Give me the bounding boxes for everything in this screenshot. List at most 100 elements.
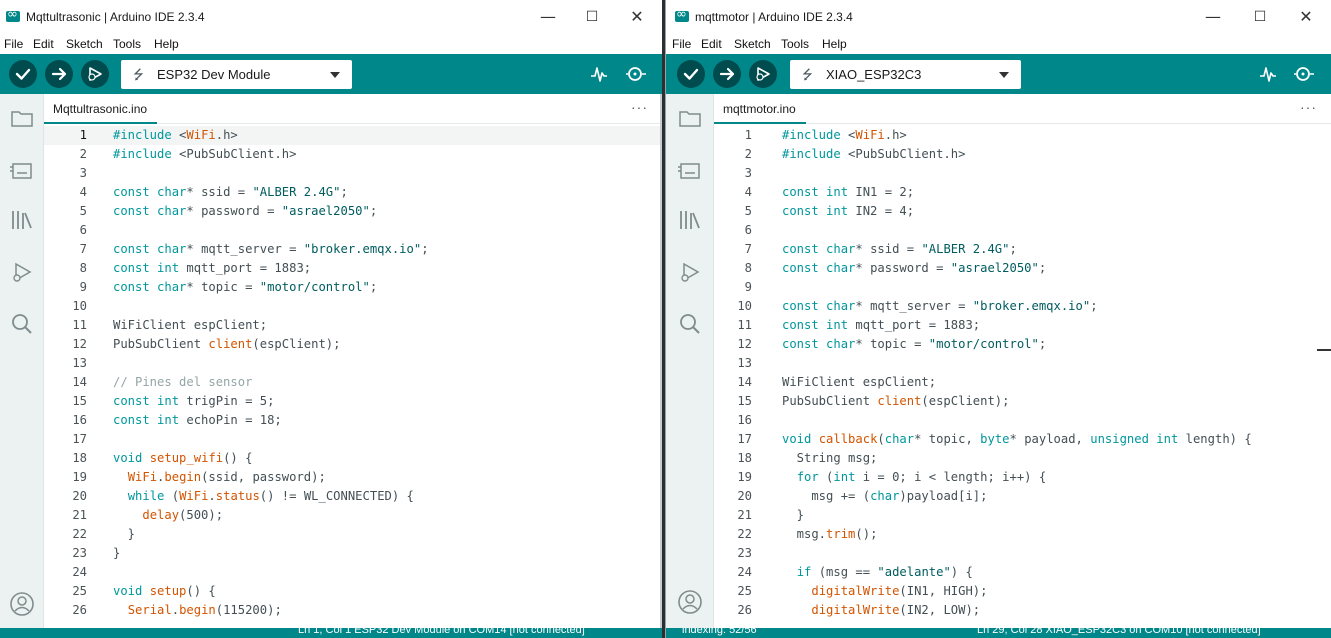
code-line[interactable]: 7 const char* mqtt_server = "broker.emqx.… — [44, 240, 662, 259]
code-line[interactable]: 6 — [44, 221, 662, 240]
code-line[interactable]: 22 msg.trim(); — [714, 525, 1331, 544]
serial-plotter-icon[interactable] — [589, 64, 609, 84]
code-editor[interactable]: 1 #include <WiFi.h> 2 #include <PubSubClien… — [44, 124, 662, 628]
code-line[interactable]: 20 msg += (char)payload[i]; — [714, 487, 1331, 506]
serial-monitor-icon[interactable] — [1292, 64, 1316, 84]
code-line[interactable]: 9 — [714, 278, 1331, 297]
code-line[interactable]: 26 digitalWrite(IN2, LOW); — [714, 601, 1331, 620]
menu-tools[interactable]: Tools — [781, 37, 809, 51]
search-icon[interactable] — [676, 310, 704, 338]
code-editor[interactable]: 1 #include <WiFi.h> 2 #include <PubSubClien… — [714, 124, 1331, 628]
code-line[interactable]: 9 const char* topic = "motor/control"; — [44, 278, 662, 297]
code-line[interactable]: 11 const int mqtt_port = 1883; — [714, 316, 1331, 335]
folder-icon[interactable] — [8, 104, 36, 132]
code-line[interactable]: 18 void setup_wifi() { — [44, 449, 662, 468]
code-line[interactable]: 12 PubSubClient client(espClient); — [44, 335, 662, 354]
code-line[interactable]: 3 — [44, 164, 662, 183]
code-line[interactable]: 13 — [44, 354, 662, 373]
code-line[interactable]: 19 WiFi.begin(ssid, password); — [44, 468, 662, 487]
code-line[interactable]: 16 const int echoPin = 18; — [44, 411, 662, 430]
code-line[interactable]: 5 const int IN2 = 4; — [714, 202, 1331, 221]
code-line[interactable]: 21 delay(500); — [44, 506, 662, 525]
code-line[interactable]: 1 #include <WiFi.h> — [44, 126, 662, 145]
code-line[interactable]: 14 WiFiClient espClient; — [714, 373, 1331, 392]
code-line[interactable]: 22 } — [44, 525, 662, 544]
minimize-button[interactable]: — — [525, 5, 571, 29]
code-line[interactable]: 8 const int mqtt_port = 1883; — [44, 259, 662, 278]
more-icon[interactable]: ··· — [1300, 99, 1317, 115]
code-line[interactable]: 7 const char* ssid = "ALBER 2.4G"; — [714, 240, 1331, 259]
menu-sketch[interactable]: Sketch — [66, 37, 103, 51]
serial-monitor-icon[interactable] — [624, 64, 648, 84]
maximize-button[interactable]: ☐ — [569, 5, 615, 29]
code-line[interactable]: 17 void callback(char* topic, byte* paylo… — [714, 430, 1331, 449]
maximize-button[interactable]: ☐ — [1237, 5, 1283, 29]
code-line[interactable]: 18 String msg; — [714, 449, 1331, 468]
serial-plotter-icon[interactable] — [1258, 64, 1278, 84]
code-line[interactable]: 23} — [44, 544, 662, 563]
menu-edit[interactable]: Edit — [33, 37, 54, 51]
search-icon[interactable] — [8, 310, 36, 338]
code-line[interactable]: 15 PubSubClient client(espClient); — [714, 392, 1331, 411]
code-line[interactable]: 2 #include <PubSubClient.h> — [44, 145, 662, 164]
close-button[interactable]: ✕ — [1283, 5, 1329, 29]
code-line[interactable]: 6 — [714, 221, 1331, 240]
code-line[interactable]: 25 void setup() { — [44, 582, 662, 601]
code-line[interactable]: 14 // Pines del sensor — [44, 373, 662, 392]
tab-mqttmotor[interactable]: mqttmotor.ino — [714, 94, 806, 124]
code-line[interactable]: 10 const char* mqtt_server = "broker.emqx… — [714, 297, 1331, 316]
code-line[interactable]: 25 digitalWrite(IN1, HIGH); — [714, 582, 1331, 601]
boards-manager-icon[interactable] — [676, 156, 704, 184]
debug-button[interactable] — [81, 60, 109, 88]
upload-button[interactable] — [45, 60, 73, 88]
board-selector[interactable]: ⭍ ESP32 Dev Module — [121, 60, 352, 89]
code-line[interactable]: 23 — [714, 544, 1331, 563]
account-icon[interactable] — [676, 588, 704, 616]
menu-tools[interactable]: Tools — [113, 37, 141, 51]
menu-help[interactable]: Help — [822, 37, 847, 51]
code-line[interactable]: 8 const char* password = "asrael2050"; — [714, 259, 1331, 278]
verify-button[interactable] — [677, 60, 705, 88]
menu-file[interactable]: File — [672, 37, 691, 51]
code-line[interactable]: 12 const char* topic = "motor/control"; — [714, 335, 1331, 354]
debug-sidebar-icon[interactable] — [8, 258, 36, 286]
code-line[interactable]: 24 — [44, 563, 662, 582]
code-line[interactable]: 26 Serial.begin(115200); — [44, 601, 662, 620]
code-line[interactable]: 4 const char* ssid = "ALBER 2.4G"; — [44, 183, 662, 202]
menu-file[interactable]: File — [4, 37, 23, 51]
board-selector[interactable]: ⭍ XIAO_ESP32C3 — [790, 60, 1021, 89]
tab-mqttultrasonic[interactable]: Mqttultrasonic.ino — [44, 94, 158, 124]
code-line[interactable]: 21 } — [714, 506, 1331, 525]
code-line[interactable]: 10 — [44, 297, 662, 316]
debug-sidebar-icon[interactable] — [676, 258, 704, 286]
code-line[interactable]: 3 — [714, 164, 1331, 183]
code-line[interactable]: 13 — [714, 354, 1331, 373]
library-icon[interactable] — [8, 206, 36, 234]
code-line[interactable]: 2 #include <PubSubClient.h> — [714, 145, 1331, 164]
debug-button[interactable] — [749, 60, 777, 88]
code-line[interactable]: 16 — [714, 411, 1331, 430]
library-icon[interactable] — [676, 206, 704, 234]
code-line[interactable]: 17 — [44, 430, 662, 449]
code-line[interactable]: 19 for (int i = 0; i < length; i++) { — [714, 468, 1331, 487]
folder-icon[interactable] — [676, 104, 704, 132]
code-line[interactable]: 1 #include <WiFi.h> — [714, 126, 1331, 145]
boards-manager-icon[interactable] — [8, 156, 36, 184]
minimize-button[interactable]: — — [1190, 5, 1236, 29]
scrollbar[interactable] — [660, 94, 662, 628]
more-icon[interactable]: ··· — [631, 99, 648, 115]
close-button[interactable]: ✕ — [614, 5, 660, 29]
code-line[interactable]: 24 if (msg == "adelante") { — [714, 563, 1331, 582]
menu-sketch[interactable]: Sketch — [734, 37, 771, 51]
upload-button[interactable] — [713, 60, 741, 88]
code-line[interactable]: 20 while (WiFi.status() != WL_CONNECTED)… — [44, 487, 662, 506]
code-line[interactable]: 5 const char* password = "asrael2050"; — [44, 202, 662, 221]
account-icon[interactable] — [8, 590, 36, 618]
scrollbar-thumb[interactable] — [1317, 349, 1331, 351]
code-line[interactable]: 11 WiFiClient espClient; — [44, 316, 662, 335]
verify-button[interactable] — [9, 60, 37, 88]
menu-edit[interactable]: Edit — [701, 37, 722, 51]
code-line[interactable]: 15 const int trigPin = 5; — [44, 392, 662, 411]
code-line[interactable]: 4 const int IN1 = 2; — [714, 183, 1331, 202]
menu-help[interactable]: Help — [154, 37, 179, 51]
